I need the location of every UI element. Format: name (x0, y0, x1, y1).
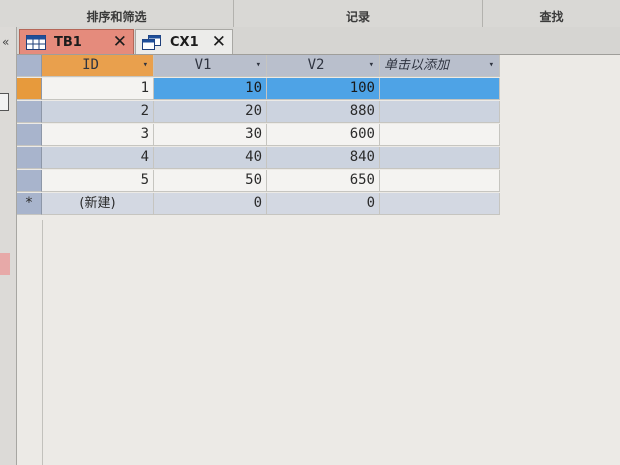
dropdown-arrow-icon[interactable]: ▾ (143, 55, 148, 76)
column-header-label: V1 (194, 57, 212, 73)
cell-id[interactable]: 1 (42, 78, 154, 100)
row-selector[interactable] (17, 124, 42, 146)
cell-v2[interactable]: 650 (267, 170, 380, 192)
dropdown-arrow-icon[interactable]: ▾ (489, 55, 494, 76)
datasheet: ID ▾ V1 ▾ V2 ▾ 单击以添加 ▾ 1 10 100 2 20 880… (17, 55, 620, 465)
ribbon-group-find: 查找 (539, 10, 564, 24)
new-record-row: * (新建) 0 0 (17, 193, 500, 215)
cell-id[interactable]: 5 (42, 170, 154, 192)
tab-tb1[interactable]: TB1 ✕ (19, 29, 134, 54)
cell-v1[interactable]: 30 (154, 124, 267, 146)
cell-empty[interactable] (380, 78, 500, 100)
cell-empty[interactable] (380, 101, 500, 123)
table-row: 3 30 600 (17, 124, 500, 146)
column-header-id[interactable]: ID ▾ (42, 55, 154, 77)
cell-id-new[interactable]: (新建) (42, 193, 154, 215)
cell-id[interactable]: 4 (42, 147, 154, 169)
cell-v1-new[interactable]: 0 (154, 193, 267, 215)
cell-v1[interactable]: 10 (154, 78, 267, 100)
row-selector[interactable] (17, 78, 42, 100)
column-header-label: V2 (307, 57, 325, 73)
column-header-label: 单击以添加 (384, 58, 450, 73)
cell-id[interactable]: 3 (42, 124, 154, 146)
cell-empty[interactable] (380, 124, 500, 146)
table-row: 4 40 840 (17, 147, 500, 169)
tab-cx1[interactable]: CX1 ✕ (135, 29, 233, 54)
cell-v2[interactable]: 840 (267, 147, 380, 169)
table-icon (26, 34, 46, 50)
cell-empty[interactable] (380, 193, 500, 215)
cell-v2[interactable]: 100 (267, 78, 380, 100)
navigation-pane: « (0, 27, 17, 465)
column-header-v1[interactable]: V1 ▾ (154, 55, 267, 77)
cell-v1[interactable]: 20 (154, 101, 267, 123)
collapse-chevron-icon[interactable]: « (2, 35, 9, 49)
row-selector-gutter (17, 220, 43, 465)
close-icon[interactable]: ✕ (212, 32, 226, 52)
cell-v1[interactable]: 40 (154, 147, 267, 169)
row-selector[interactable] (17, 170, 42, 192)
table-row: 2 20 880 (17, 101, 500, 123)
header-row: ID ▾ V1 ▾ V2 ▾ 单击以添加 ▾ (17, 55, 500, 77)
tab-label: CX1 (170, 34, 199, 50)
ribbon-group-sort-filter: 排序和筛选 (0, 0, 234, 27)
nav-pane-item[interactable] (0, 93, 9, 111)
cell-v1[interactable]: 50 (154, 170, 267, 192)
nav-pane-highlight (0, 253, 10, 275)
close-icon[interactable]: ✕ (113, 32, 127, 52)
query-icon (142, 34, 162, 50)
column-header-click-to-add[interactable]: 单击以添加 ▾ (380, 55, 500, 77)
cell-empty[interactable] (380, 147, 500, 169)
row-selector[interactable] (17, 101, 42, 123)
document-tabs: TB1 ✕ CX1 ✕ (17, 27, 620, 55)
cell-id[interactable]: 2 (42, 101, 154, 123)
select-all-corner[interactable] (17, 55, 42, 77)
dropdown-arrow-icon[interactable]: ▾ (369, 55, 374, 76)
cell-empty[interactable] (380, 170, 500, 192)
tab-label: TB1 (54, 34, 82, 50)
dropdown-arrow-icon[interactable]: ▾ (256, 55, 261, 76)
column-header-v2[interactable]: V2 ▾ (267, 55, 380, 77)
table-row: 5 50 650 (17, 170, 500, 192)
new-record-marker-icon[interactable]: * (17, 193, 42, 215)
ribbon-group-records: 记录 (234, 0, 483, 27)
row-selector[interactable] (17, 147, 42, 169)
column-header-label: ID (82, 57, 99, 73)
ribbon-group-labels: 排序和筛选 记录 查找 (0, 0, 620, 28)
cell-v2[interactable]: 600 (267, 124, 380, 146)
cell-v2-new[interactable]: 0 (267, 193, 380, 215)
table-row: 1 10 100 (17, 78, 500, 100)
cell-v2[interactable]: 880 (267, 101, 380, 123)
